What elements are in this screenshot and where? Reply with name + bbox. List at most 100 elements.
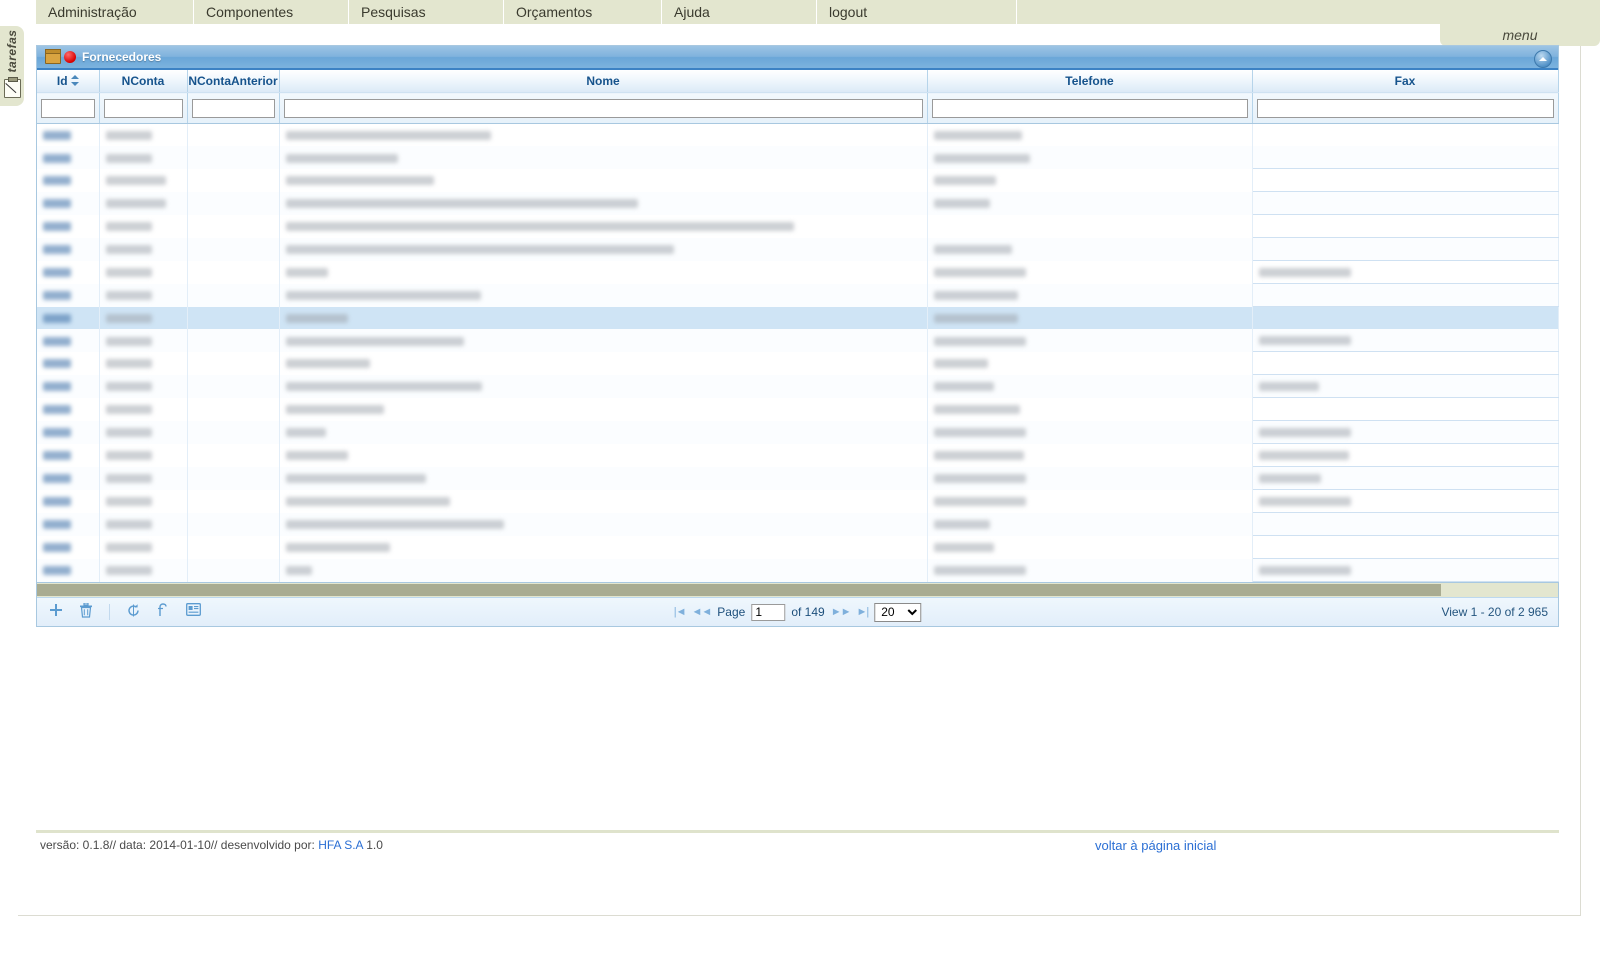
redacted-value <box>105 245 152 255</box>
redacted-value <box>105 543 152 553</box>
filter-cell-telefone <box>927 92 1253 124</box>
datacell-ncontaanterior <box>187 351 280 375</box>
menu-pesquisas[interactable]: Pesquisas <box>349 0 504 24</box>
horizontal-scrollbar[interactable] <box>37 582 1558 597</box>
sort-arrows-icon[interactable] <box>70 75 79 86</box>
table-row[interactable] <box>37 558 1559 582</box>
column-header-fax[interactable]: Fax <box>1252 70 1559 93</box>
datacell-nconta <box>99 489 188 513</box>
redacted-value <box>933 474 1026 484</box>
table-row[interactable] <box>37 146 1559 169</box>
table-row[interactable] <box>37 397 1559 421</box>
datacell-nconta <box>99 306 188 329</box>
column-header-id[interactable]: Id <box>37 70 100 93</box>
filter-input-ncontaanterior[interactable] <box>191 98 275 118</box>
datacell-id <box>37 191 100 215</box>
table-row[interactable] <box>37 466 1559 490</box>
refresh-icon[interactable] <box>124 603 142 621</box>
datacell-telefone <box>927 191 1253 215</box>
menu-administracao[interactable]: Administração <box>36 0 194 24</box>
redacted-value <box>1258 474 1321 484</box>
table-row[interactable] <box>37 329 1559 352</box>
table-row[interactable] <box>37 374 1559 398</box>
menu-logout[interactable]: logout <box>817 0 1017 24</box>
redacted-value <box>933 336 1026 346</box>
page-total-label: of 149 <box>791 605 825 619</box>
table-row[interactable] <box>37 351 1559 375</box>
menu-ajuda[interactable]: Ajuda <box>662 0 817 24</box>
table-row[interactable] <box>37 420 1559 444</box>
datacell-ncontaanterior <box>187 214 280 238</box>
page-size-select[interactable]: 2050100 <box>874 602 922 622</box>
redacted-value <box>285 474 426 484</box>
datacell-ncontaanterior <box>187 123 280 146</box>
table-row[interactable] <box>37 237 1559 261</box>
plus-icon[interactable] <box>47 603 65 621</box>
column-header-nome[interactable]: Nome <box>279 70 928 93</box>
table-row[interactable] <box>37 283 1559 307</box>
redacted-value <box>43 176 71 186</box>
table-row[interactable] <box>37 535 1559 559</box>
first-page-icon[interactable]: |◄ <box>674 606 687 618</box>
filter-input-nconta[interactable] <box>103 98 183 118</box>
filter-cell-fax <box>1252 92 1559 124</box>
menu-tab[interactable]: menu <box>1440 24 1600 46</box>
undo-icon[interactable] <box>154 603 172 621</box>
sidebar-tarefas-tab[interactable]: tarefas <box>0 26 24 106</box>
table-row[interactable] <box>37 191 1559 215</box>
table-row[interactable] <box>37 489 1559 513</box>
filter-input-id[interactable] <box>41 98 95 118</box>
datacell-fax <box>1252 191 1559 215</box>
datacell-nome <box>279 420 928 444</box>
datacell-fax <box>1252 397 1559 421</box>
datacell-telefone <box>927 283 1253 307</box>
clipboard-pencil-icon <box>4 77 21 98</box>
last-page-icon[interactable]: ►| <box>856 606 869 618</box>
filter-input-telefone[interactable] <box>931 98 1248 118</box>
redacted-value <box>933 291 1018 301</box>
datacell-nome <box>279 374 928 398</box>
table-row[interactable] <box>37 512 1559 536</box>
column-header-nconta[interactable]: NConta <box>99 70 188 93</box>
home-link[interactable]: voltar à página inicial <box>1095 838 1216 853</box>
redacted-value <box>285 405 384 415</box>
developer-version: 1.0 <box>362 838 383 852</box>
redacted-value <box>1258 428 1351 438</box>
redacted-value <box>105 131 152 141</box>
filter-input-fax[interactable] <box>1256 98 1554 118</box>
datacell-id <box>37 558 100 582</box>
column-header-telefone[interactable]: Telefone <box>927 70 1253 93</box>
redacted-value <box>285 451 348 461</box>
grid-tools <box>37 602 202 621</box>
menu-componentes[interactable]: Componentes <box>194 0 349 24</box>
trash-icon[interactable] <box>77 602 95 621</box>
datacell-nconta <box>99 123 188 146</box>
developer-link[interactable]: HFA S.A <box>318 838 363 852</box>
datacell-telefone <box>927 466 1253 490</box>
export-card-icon[interactable] <box>184 603 202 621</box>
table-row[interactable] <box>37 306 1559 329</box>
table-row[interactable] <box>37 168 1559 192</box>
datacell-ncontaanterior <box>187 512 280 536</box>
page-number-input[interactable] <box>751 603 786 621</box>
prev-page-icon[interactable]: ◄◄ <box>692 606 713 618</box>
menu-orcamentos[interactable]: Orçamentos <box>504 0 662 24</box>
column-header-ncontaanterior[interactable]: NContaAnterior <box>187 70 280 93</box>
table-row[interactable] <box>37 214 1559 238</box>
filter-input-nome[interactable] <box>283 98 923 118</box>
redacted-value <box>1258 497 1351 507</box>
table-row[interactable] <box>37 443 1559 467</box>
datacell-nconta <box>99 535 188 559</box>
red-dot-icon <box>64 51 76 63</box>
next-page-icon[interactable]: ►► <box>831 606 852 618</box>
datacell-ncontaanterior <box>187 374 280 398</box>
redacted-value <box>285 336 464 346</box>
table-row[interactable] <box>37 260 1559 284</box>
datacell-nconta <box>99 420 188 444</box>
redacted-value <box>105 199 166 209</box>
scrollbar-thumb[interactable] <box>37 584 1441 596</box>
table-row[interactable] <box>37 123 1559 146</box>
datacell-ncontaanterior <box>187 146 280 169</box>
top-menu-bar: Administração Componentes Pesquisas Orça… <box>36 0 1600 24</box>
chevron-up-icon[interactable] <box>1534 50 1552 68</box>
